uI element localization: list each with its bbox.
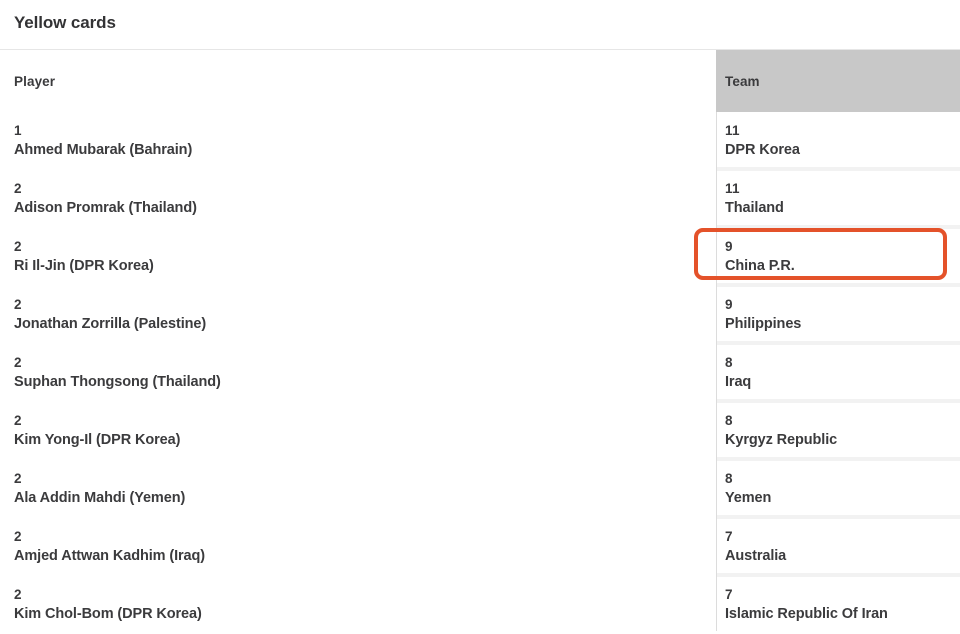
team-row[interactable]: 7 Islamic Republic Of Iran xyxy=(716,573,960,634)
stats-table: Player 1 Ahmed Mubarak (Bahrain) 2 Adison P… xyxy=(0,50,960,631)
page-title: Yellow cards xyxy=(14,13,116,32)
column-header-player: Player xyxy=(14,73,56,89)
player-row[interactable]: 2 Ri Il-Jin (DPR Korea) xyxy=(0,228,716,286)
team-count: 8 xyxy=(725,413,733,428)
team-row[interactable]: 8 Kyrgyz Republic xyxy=(716,399,960,460)
team-count: 11 xyxy=(725,123,740,138)
team-count: 9 xyxy=(725,239,733,254)
team-column: Team 11 DPR Korea 11 Thailand 9 China P.R. 9 Ph… xyxy=(716,50,960,631)
team-label: Thailand xyxy=(725,200,784,216)
team-count: 7 xyxy=(725,587,733,602)
team-count: 8 xyxy=(725,471,733,486)
player-count: 2 xyxy=(14,529,22,544)
team-label: Yemen xyxy=(725,490,772,506)
player-label: Ala Addin Mahdi (Yemen) xyxy=(14,490,186,506)
team-row-list: 11 DPR Korea 11 Thailand 9 China P.R. 9 Philipp… xyxy=(716,112,960,634)
player-count: 2 xyxy=(14,587,22,602)
team-label: Philippines xyxy=(725,316,802,332)
player-count: 2 xyxy=(14,471,22,486)
player-row[interactable]: 2 Kim Yong-Il (DPR Korea) xyxy=(0,402,716,460)
team-row[interactable]: 7 Australia xyxy=(716,515,960,576)
player-row[interactable]: 2 Adison Promrak (Thailand) xyxy=(0,170,716,228)
player-label: Ahmed Mubarak (Bahrain) xyxy=(14,142,193,158)
team-label: China P.R. xyxy=(725,258,795,274)
player-count: 2 xyxy=(14,297,22,312)
player-count: 2 xyxy=(14,355,22,370)
team-count: 8 xyxy=(725,355,733,370)
player-label: Kim Chol-Bom (DPR Korea) xyxy=(14,606,202,622)
team-count: 7 xyxy=(725,529,733,544)
team-count: 9 xyxy=(725,297,733,312)
player-row-list: 1 Ahmed Mubarak (Bahrain) 2 Adison Promrak … xyxy=(0,112,716,634)
team-count: 11 xyxy=(725,181,740,196)
team-row[interactable]: 8 Yemen xyxy=(716,457,960,518)
team-row[interactable]: 8 Iraq xyxy=(716,341,960,402)
player-row[interactable]: 2 Kim Chol-Bom (DPR Korea) xyxy=(0,576,716,634)
player-row[interactable]: 1 Ahmed Mubarak (Bahrain) xyxy=(0,112,716,170)
column-header-team: Team xyxy=(716,50,960,112)
player-count: 2 xyxy=(14,239,22,254)
team-row[interactable]: 9 China P.R. xyxy=(716,225,960,286)
player-row[interactable]: 2 Suphan Thongsong (Thailand) xyxy=(0,344,716,402)
player-count: 1 xyxy=(14,123,22,138)
player-label: Ri Il-Jin (DPR Korea) xyxy=(14,258,154,274)
player-count: 2 xyxy=(14,181,22,196)
team-label: Islamic Republic Of Iran xyxy=(725,606,888,622)
player-label: Kim Yong-Il (DPR Korea) xyxy=(14,432,181,448)
player-count: 2 xyxy=(14,413,22,428)
team-label: Kyrgyz Republic xyxy=(725,432,838,448)
player-label: Suphan Thongsong (Thailand) xyxy=(14,374,221,390)
player-label: Adison Promrak (Thailand) xyxy=(14,200,197,216)
team-label: DPR Korea xyxy=(725,142,800,158)
player-label: Amjed Attwan Kadhim (Iraq) xyxy=(14,548,206,564)
player-row[interactable]: 2 Amjed Attwan Kadhim (Iraq) xyxy=(0,518,716,576)
player-label: Jonathan Zorrilla (Palestine) xyxy=(14,316,207,332)
player-column: Player 1 Ahmed Mubarak (Bahrain) 2 Adison P… xyxy=(0,50,716,631)
player-row[interactable]: 2 Ala Addin Mahdi (Yemen) xyxy=(0,460,716,518)
player-row[interactable]: 2 Jonathan Zorrilla (Palestine) xyxy=(0,286,716,344)
team-label: Australia xyxy=(725,548,787,564)
team-row[interactable]: 9 Philippines xyxy=(716,283,960,344)
team-row[interactable]: 11 Thailand xyxy=(716,167,960,228)
team-label: Iraq xyxy=(725,374,752,390)
team-row[interactable]: 11 DPR Korea xyxy=(716,112,960,170)
